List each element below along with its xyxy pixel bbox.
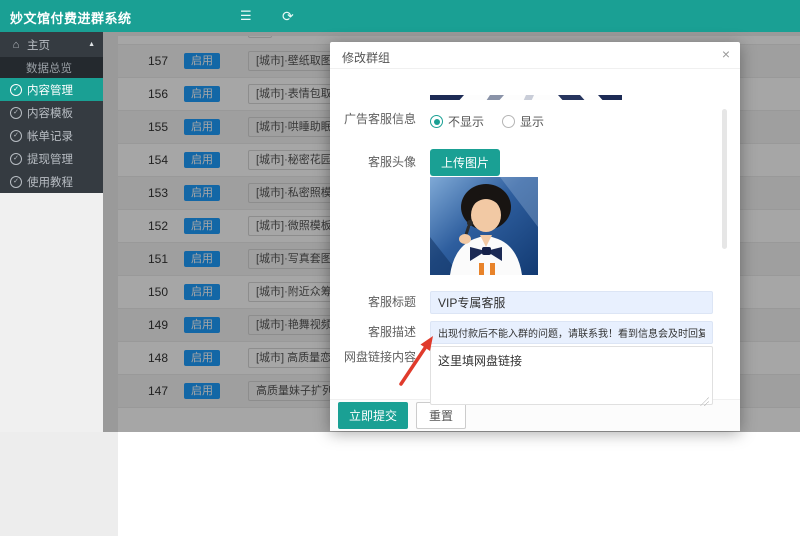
sidebar: ⌂ 主页 ▲ 数据总览 ✓ 内容管理 ✓ 内容模板 ✓ 帐单记录 ✓ 提现管理 …	[0, 32, 103, 432]
modal-title: 修改群组	[342, 49, 390, 66]
service-title-input[interactable]	[430, 291, 713, 314]
sidebar-item-content-template[interactable]: ✓ 内容模板	[0, 101, 103, 124]
sidebar-item-label: 提现管理	[27, 151, 73, 167]
sidebar-item-label: 使用教程	[27, 174, 73, 190]
check-circle-icon: ✓	[10, 130, 22, 142]
radio-show-label[interactable]: 显示	[520, 113, 544, 130]
service-title-label: 客服标题	[340, 294, 416, 310]
radio-hide-label[interactable]: 不显示	[448, 113, 484, 130]
home-icon: ⌂	[10, 39, 22, 51]
menu-icon[interactable]: ☰	[240, 9, 252, 23]
pan-link-textarea[interactable]: 这里填网盘链接	[430, 346, 713, 405]
avatar-label: 客服头像	[340, 154, 416, 170]
modal-header: 修改群组 ×	[330, 42, 740, 69]
modal-body: 广告客服信息 不显示 显示 客服头像 上传图片	[330, 69, 740, 399]
avatar-photo	[430, 177, 538, 275]
sidebar-item-label: 主页	[27, 37, 50, 53]
pan-link-label: 网盘链接内容	[340, 349, 416, 365]
ad-info-label: 广告客服信息	[340, 111, 416, 127]
sidebar-item-label: 内容管理	[27, 82, 73, 98]
refresh-icon[interactable]: ⟳	[282, 9, 294, 23]
app-title: 妙文馆付费进群系统	[10, 8, 132, 27]
service-desc-input[interactable]	[430, 321, 713, 344]
sidebar-item-label: 内容模板	[27, 105, 73, 121]
edit-group-modal: 修改群组 × 广告客服信息 不显示 显示 客服头像 上传图片	[330, 42, 740, 430]
modal-scrollbar-thumb[interactable]	[722, 109, 727, 249]
radio-selected-icon[interactable]	[430, 115, 443, 128]
sidebar-item-label: 数据总览	[26, 60, 72, 76]
sidebar-item-bill-records[interactable]: ✓ 帐单记录	[0, 124, 103, 147]
sidebar-item-tutorial[interactable]: ✓ 使用教程	[0, 170, 103, 193]
ad-info-radio-group: 不显示 显示	[430, 113, 544, 130]
service-desc-label: 客服描述	[340, 324, 416, 340]
check-circle-icon: ✓	[10, 176, 22, 188]
sidebar-item-data-overview[interactable]: 数据总览	[0, 57, 103, 78]
chevron-up-icon: ▲	[88, 41, 95, 48]
upload-image-button[interactable]: 上传图片	[430, 149, 500, 176]
check-circle-icon: ✓	[10, 153, 22, 165]
check-circle-icon: ✓	[10, 84, 22, 96]
submit-button[interactable]: 立即提交	[338, 402, 408, 429]
reset-button[interactable]: 重置	[416, 402, 466, 429]
sidebar-item-content-manage[interactable]: ✓ 内容管理	[0, 78, 103, 101]
scrolled-photo-bottom-edge	[430, 91, 622, 100]
check-circle-icon: ✓	[10, 107, 22, 119]
top-bar: 妙文馆付费进群系统 ☰ ⟳	[0, 0, 800, 32]
sidebar-item-withdraw-manage[interactable]: ✓ 提现管理	[0, 147, 103, 170]
close-icon[interactable]: ×	[722, 47, 730, 61]
radio-unselected-icon[interactable]	[502, 115, 515, 128]
resize-grip-icon[interactable]	[700, 397, 709, 406]
sidebar-item-label: 帐单记录	[27, 128, 73, 144]
sidebar-item-home[interactable]: ⌂ 主页 ▲	[0, 32, 103, 57]
